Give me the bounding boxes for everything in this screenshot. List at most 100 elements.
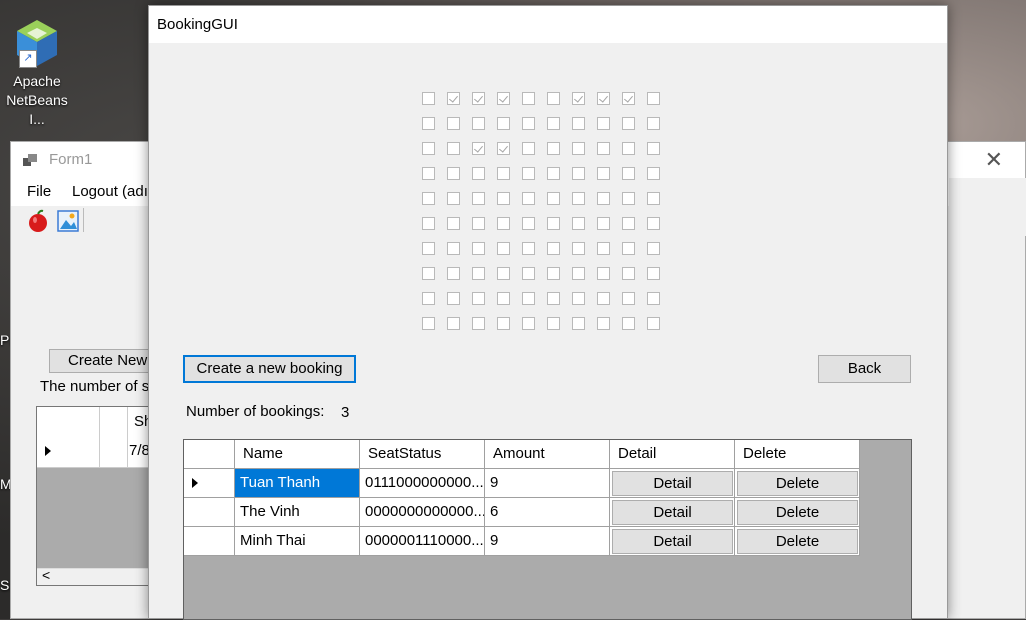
seat-checkbox[interactable]	[572, 142, 585, 155]
seat-checkbox[interactable]	[422, 217, 435, 230]
seat-checkbox[interactable]	[572, 317, 585, 330]
seat-checkbox[interactable]	[647, 317, 660, 330]
seat-checkbox[interactable]	[647, 242, 660, 255]
cell-amount[interactable]: 9	[485, 527, 610, 556]
delete-button[interactable]: Delete	[737, 471, 858, 496]
seat-checkbox[interactable]	[572, 192, 585, 205]
seat-checkbox[interactable]	[447, 117, 460, 130]
seat-checkbox[interactable]	[647, 117, 660, 130]
seat-checkbox[interactable]	[597, 167, 610, 180]
seat-checkbox[interactable]	[472, 117, 485, 130]
seat-checkbox[interactable]	[597, 117, 610, 130]
seat-checkbox[interactable]	[447, 242, 460, 255]
seat-checkbox[interactable]	[597, 292, 610, 305]
seat-checkbox[interactable]	[622, 267, 635, 280]
seat-checkbox[interactable]	[447, 92, 460, 105]
row-header[interactable]	[184, 527, 235, 556]
seat-checkbox[interactable]	[622, 317, 635, 330]
detail-button[interactable]: Detail	[612, 529, 733, 554]
seat-checkbox[interactable]	[447, 317, 460, 330]
row-header[interactable]	[184, 498, 235, 527]
cell-name[interactable]: Tuan Thanh	[235, 469, 360, 498]
seat-checkbox[interactable]	[472, 167, 485, 180]
seat-checkbox[interactable]	[472, 192, 485, 205]
seat-checkbox[interactable]	[472, 217, 485, 230]
desktop-icon-netbeans[interactable]: ↗ Apache NetBeans I...	[0, 18, 74, 129]
seat-checkbox[interactable]	[572, 217, 585, 230]
seat-checkbox[interactable]	[547, 167, 560, 180]
seat-checkbox[interactable]	[597, 217, 610, 230]
seat-checkbox[interactable]	[472, 92, 485, 105]
seat-checkbox[interactable]	[572, 292, 585, 305]
seat-checkbox[interactable]	[622, 217, 635, 230]
seat-checkbox[interactable]	[522, 92, 535, 105]
cell-seatstatus[interactable]: 0000000000000...	[360, 498, 485, 527]
detail-button[interactable]: Detail	[612, 471, 733, 496]
seat-checkbox[interactable]	[547, 142, 560, 155]
seat-checkbox[interactable]	[597, 92, 610, 105]
seat-checkbox[interactable]	[547, 217, 560, 230]
horizontal-scrollbar[interactable]: <	[37, 567, 165, 585]
back-button[interactable]: Back	[818, 355, 911, 383]
seat-checkbox[interactable]	[572, 117, 585, 130]
seat-checkbox[interactable]	[497, 292, 510, 305]
column-header-detail[interactable]: Detail	[610, 440, 735, 469]
seat-checkbox[interactable]	[497, 142, 510, 155]
seat-checkbox[interactable]	[647, 217, 660, 230]
seat-checkbox[interactable]	[472, 317, 485, 330]
seat-checkbox[interactable]	[547, 117, 560, 130]
seat-checkbox[interactable]	[572, 92, 585, 105]
booking-titlebar[interactable]: BookingGUI	[149, 6, 947, 43]
seat-checkbox[interactable]	[472, 142, 485, 155]
seat-checkbox[interactable]	[522, 292, 535, 305]
seat-checkbox[interactable]	[647, 192, 660, 205]
seat-checkbox[interactable]	[547, 317, 560, 330]
seat-checkbox[interactable]	[522, 317, 535, 330]
seat-checkbox[interactable]	[422, 292, 435, 305]
column-header-delete[interactable]: Delete	[735, 440, 860, 469]
seat-checkbox[interactable]	[647, 167, 660, 180]
seat-checkbox[interactable]	[647, 267, 660, 280]
seat-checkbox[interactable]	[447, 142, 460, 155]
seat-checkbox[interactable]	[547, 267, 560, 280]
bookings-grid[interactable]: Name SeatStatus Amount Detail Delete Tua…	[183, 439, 912, 620]
seat-checkbox[interactable]	[497, 317, 510, 330]
column-header-name[interactable]: Name	[235, 440, 360, 469]
seat-checkbox[interactable]	[422, 117, 435, 130]
create-booking-button[interactable]: Create a new booking	[183, 355, 356, 383]
seat-checkbox[interactable]	[422, 167, 435, 180]
seat-checkbox[interactable]	[622, 242, 635, 255]
cell-amount[interactable]: 9	[485, 469, 610, 498]
seat-checkbox[interactable]	[572, 242, 585, 255]
cell-seatstatus[interactable]: 0111000000000...	[360, 469, 485, 498]
seat-checkbox[interactable]	[597, 142, 610, 155]
seat-checkbox[interactable]	[447, 167, 460, 180]
seat-checkbox[interactable]	[522, 217, 535, 230]
seat-checkbox[interactable]	[547, 192, 560, 205]
seat-checkbox[interactable]	[622, 192, 635, 205]
menu-file[interactable]: File	[27, 183, 51, 200]
seat-checkbox[interactable]	[522, 192, 535, 205]
seat-checkbox[interactable]	[622, 92, 635, 105]
seat-checkbox[interactable]	[497, 242, 510, 255]
row-header[interactable]	[184, 469, 235, 498]
cell-seatstatus[interactable]: 0000001110000...	[360, 527, 485, 556]
close-icon[interactable]: ✕	[985, 147, 1003, 173]
seat-checkbox[interactable]	[597, 267, 610, 280]
seat-checkbox[interactable]	[472, 267, 485, 280]
seat-checkbox[interactable]	[597, 242, 610, 255]
seat-checkbox[interactable]	[497, 192, 510, 205]
seat-checkbox[interactable]	[647, 92, 660, 105]
seat-checkbox[interactable]	[497, 217, 510, 230]
seat-checkbox[interactable]	[522, 267, 535, 280]
seat-checkbox[interactable]	[597, 192, 610, 205]
column-header-amount[interactable]: Amount	[485, 440, 610, 469]
seat-checkbox[interactable]	[622, 117, 635, 130]
seat-checkbox[interactable]	[547, 92, 560, 105]
apple-icon[interactable]	[27, 209, 49, 233]
cell-amount[interactable]: 6	[485, 498, 610, 527]
seat-checkbox[interactable]	[647, 142, 660, 155]
scroll-left-icon[interactable]: <	[42, 567, 50, 583]
seat-checkbox[interactable]	[447, 192, 460, 205]
seat-checkbox[interactable]	[422, 267, 435, 280]
